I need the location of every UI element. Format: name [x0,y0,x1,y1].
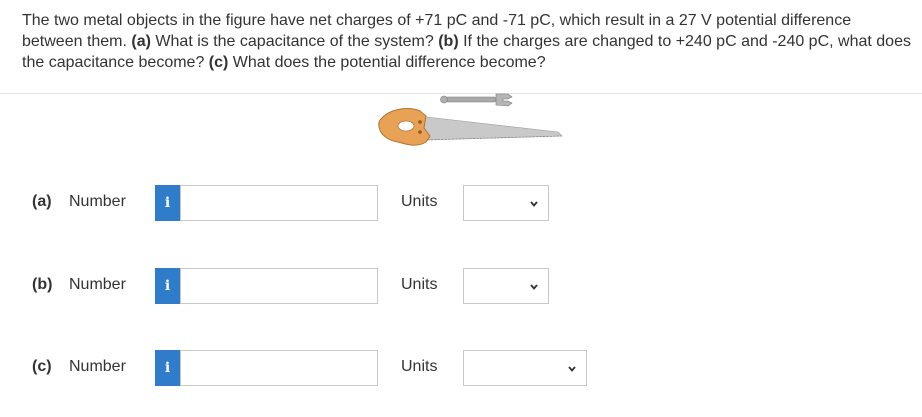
chevron-down-icon [530,201,538,207]
units-label: Units [401,276,438,293]
saw-icon [378,108,563,146]
number-label: Number [69,276,126,293]
part-label: (c) [32,358,52,375]
part-c-tag: (c) [208,54,229,71]
answer-row-b: (b) Number i Units [0,266,922,306]
number-label: Number [69,193,126,210]
units-label: Units [401,193,438,210]
figure-saw-and-wrench [378,93,563,146]
units-select-c[interactable] [463,350,587,386]
part-label: (b) [32,276,53,293]
question-text: The two metal objects in the figure have… [22,10,912,73]
number-label: Number [69,358,126,375]
chevron-down-icon [530,284,538,290]
part-a-tag: (a) [131,33,151,50]
number-input-c[interactable] [180,350,378,386]
part-label: (a) [32,193,52,210]
answer-row-c: (c) Number i Units [0,348,922,388]
part-b-tag: (b) [438,33,459,50]
wrench-icon [440,93,513,107]
units-label: Units [401,358,438,375]
info-icon[interactable]: i [155,185,180,221]
info-icon[interactable]: i [155,268,180,304]
info-icon[interactable]: i [155,350,180,386]
part-c-text: What does the potential difference becom… [228,54,546,71]
part-a-text: What is the capacitance of the system? [150,33,439,50]
units-select-a[interactable] [463,185,549,221]
number-input-b[interactable] [180,268,378,304]
number-input-a[interactable] [180,185,378,221]
chevron-down-icon [568,366,576,372]
units-select-b[interactable] [463,268,549,304]
answer-row-a: (a) Number i Units [0,183,922,223]
